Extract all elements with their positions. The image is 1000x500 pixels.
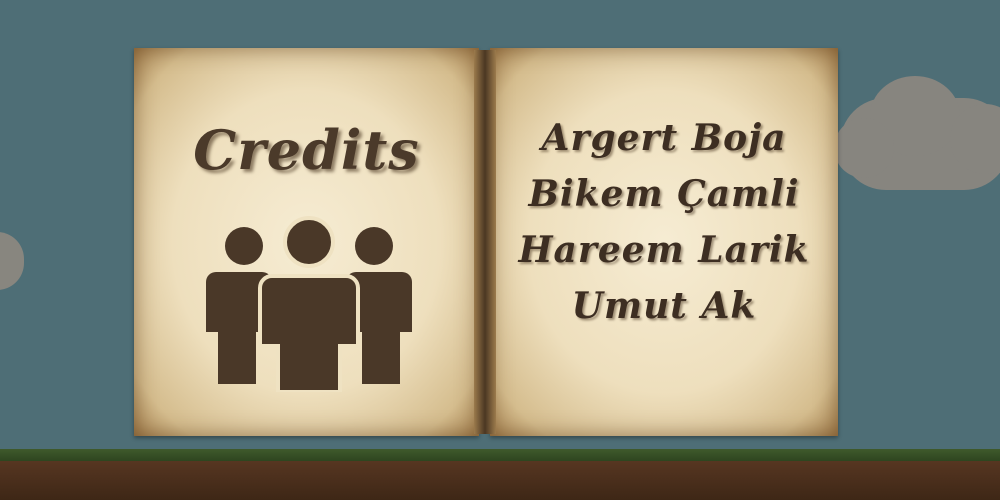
credits-title: Credits [193,118,420,182]
credit-name: Hareem Larik [518,229,810,271]
credit-name: Bikem Çamli [528,173,800,215]
grass-strip [0,449,1000,461]
names-list: Argert Boja Bikem Çamli Hareem Larik Umu… [490,110,838,334]
cloud-right [834,76,1000,190]
cloud-left [0,232,24,290]
ground [0,449,1000,500]
credits-book: Credits Argert Boja Bikem Çamli Hareem L… [134,48,838,436]
people-group-icon [206,216,412,392]
game-scene: Credits Argert Boja Bikem Çamli Hareem L… [0,0,1000,500]
credit-name: Argert Boja [541,117,787,159]
credit-name: Umut Ak [571,285,757,327]
